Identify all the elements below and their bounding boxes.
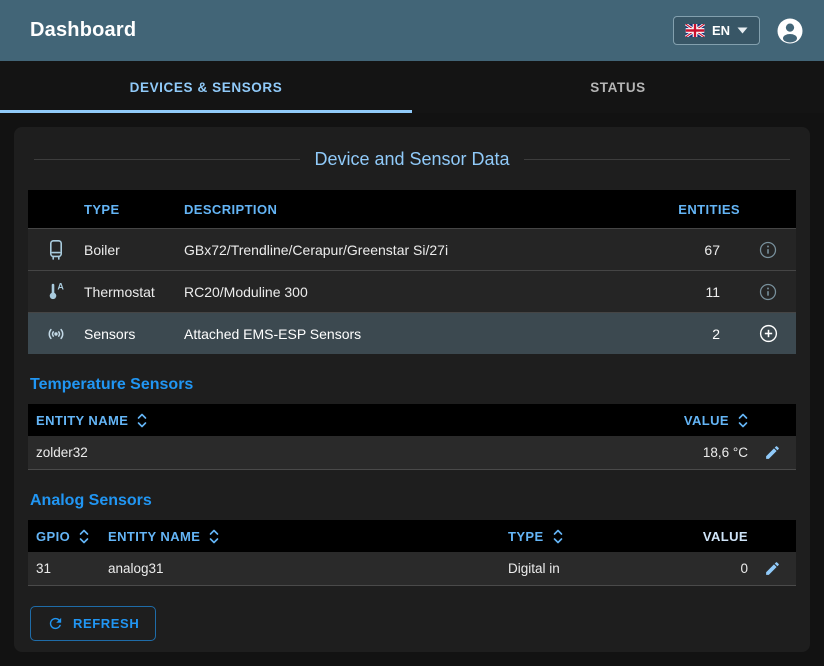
divider-line-right bbox=[524, 159, 790, 160]
col-value: VALUE bbox=[658, 529, 748, 544]
main-content: Device and Sensor Data TYPE DESCRIPTION … bbox=[0, 113, 824, 666]
tab-bar: DEVICES & SENSORS STATUS bbox=[0, 61, 824, 113]
device-type: Boiler bbox=[84, 242, 184, 258]
sort-icon[interactable] bbox=[738, 413, 748, 428]
sort-icon[interactable] bbox=[553, 529, 563, 544]
table-row-boiler[interactable]: Boiler GBx72/Trendline/Cerapur/Greenstar… bbox=[28, 228, 796, 270]
analog-table-header: GPIO ENTITY NAME T bbox=[28, 520, 796, 552]
sensor-type: Digital in bbox=[508, 561, 658, 576]
card-title-divider: Device and Sensor Data bbox=[34, 149, 790, 170]
col-type: TYPE bbox=[508, 529, 544, 544]
device-table-header: TYPE DESCRIPTION ENTITIES bbox=[28, 190, 796, 228]
table-row-analog31[interactable]: 31 analog31 Digital in 0 bbox=[28, 552, 796, 586]
table-row-thermostat[interactable]: A Thermostat RC20/Moduline 300 11 bbox=[28, 270, 796, 312]
device-description: GBx72/Trendline/Cerapur/Greenstar Si/27i bbox=[184, 242, 650, 258]
dashboard-card: Device and Sensor Data TYPE DESCRIPTION … bbox=[14, 127, 810, 652]
sort-icon[interactable] bbox=[79, 529, 89, 544]
app-bar: Dashboard EN bbox=[0, 0, 824, 61]
table-row-zolder32[interactable]: zolder32 18,6 °C bbox=[28, 436, 796, 470]
col-entity-name: ENTITY NAME bbox=[108, 529, 200, 544]
info-icon[interactable] bbox=[740, 282, 796, 302]
sensor-value: 18,6 °C bbox=[628, 445, 748, 460]
sensors-icon bbox=[28, 322, 84, 346]
device-type: Thermostat bbox=[84, 284, 184, 300]
temp-table-header: ENTITY NAME VALUE bbox=[28, 404, 796, 436]
col-entities: ENTITIES bbox=[650, 202, 740, 217]
language-selector[interactable]: EN bbox=[673, 16, 760, 45]
account-button[interactable] bbox=[774, 15, 806, 47]
analog-sensors-heading: Analog Sensors bbox=[30, 492, 796, 510]
sensor-gpio: 31 bbox=[28, 561, 108, 576]
col-value: VALUE bbox=[684, 413, 729, 428]
sensor-value: 0 bbox=[658, 561, 748, 576]
add-circle-icon[interactable] bbox=[740, 323, 796, 344]
temperature-sensors-table: ENTITY NAME VALUE bbox=[28, 404, 796, 470]
device-description: Attached EMS-ESP Sensors bbox=[184, 326, 650, 342]
refresh-label: REFRESH bbox=[73, 616, 139, 631]
analog-sensors-table: GPIO ENTITY NAME T bbox=[28, 520, 796, 586]
sensor-entity-name: analog31 bbox=[108, 561, 508, 576]
col-gpio: GPIO bbox=[36, 529, 70, 544]
device-type: Sensors bbox=[84, 326, 184, 342]
table-row-sensors[interactable]: Sensors Attached EMS-ESP Sensors 2 bbox=[28, 312, 796, 354]
avatar-icon bbox=[775, 16, 805, 46]
sensor-entity-name: zolder32 bbox=[28, 445, 628, 460]
thermostat-auto-label: A bbox=[57, 281, 64, 291]
device-entities: 67 bbox=[650, 242, 740, 258]
boiler-icon bbox=[28, 238, 84, 262]
device-entities: 11 bbox=[650, 284, 740, 300]
sort-icon[interactable] bbox=[209, 529, 219, 544]
tab-status[interactable]: STATUS bbox=[412, 61, 824, 113]
chevron-down-icon bbox=[737, 27, 748, 34]
col-type: TYPE bbox=[84, 202, 184, 217]
language-label: EN bbox=[712, 23, 730, 38]
active-tab-indicator bbox=[0, 110, 412, 113]
refresh-icon bbox=[47, 615, 64, 632]
col-entity-name: ENTITY NAME bbox=[36, 413, 128, 428]
device-table: TYPE DESCRIPTION ENTITIES Boiler GBx72/T… bbox=[28, 190, 796, 354]
info-icon[interactable] bbox=[740, 240, 796, 260]
uk-flag-icon bbox=[685, 24, 705, 37]
refresh-button[interactable]: REFRESH bbox=[30, 606, 156, 641]
page-title: Dashboard bbox=[30, 19, 136, 42]
sort-icon[interactable] bbox=[137, 413, 147, 428]
edit-icon[interactable] bbox=[748, 560, 796, 577]
device-description: RC20/Moduline 300 bbox=[184, 284, 650, 300]
divider-line-left bbox=[34, 159, 300, 160]
col-description: DESCRIPTION bbox=[184, 202, 650, 217]
thermostat-icon: A bbox=[28, 280, 84, 304]
tab-devices-sensors[interactable]: DEVICES & SENSORS bbox=[0, 61, 412, 113]
device-entities: 2 bbox=[650, 326, 740, 342]
edit-icon[interactable] bbox=[748, 444, 796, 461]
card-title: Device and Sensor Data bbox=[314, 149, 509, 170]
temperature-sensors-heading: Temperature Sensors bbox=[30, 376, 796, 394]
